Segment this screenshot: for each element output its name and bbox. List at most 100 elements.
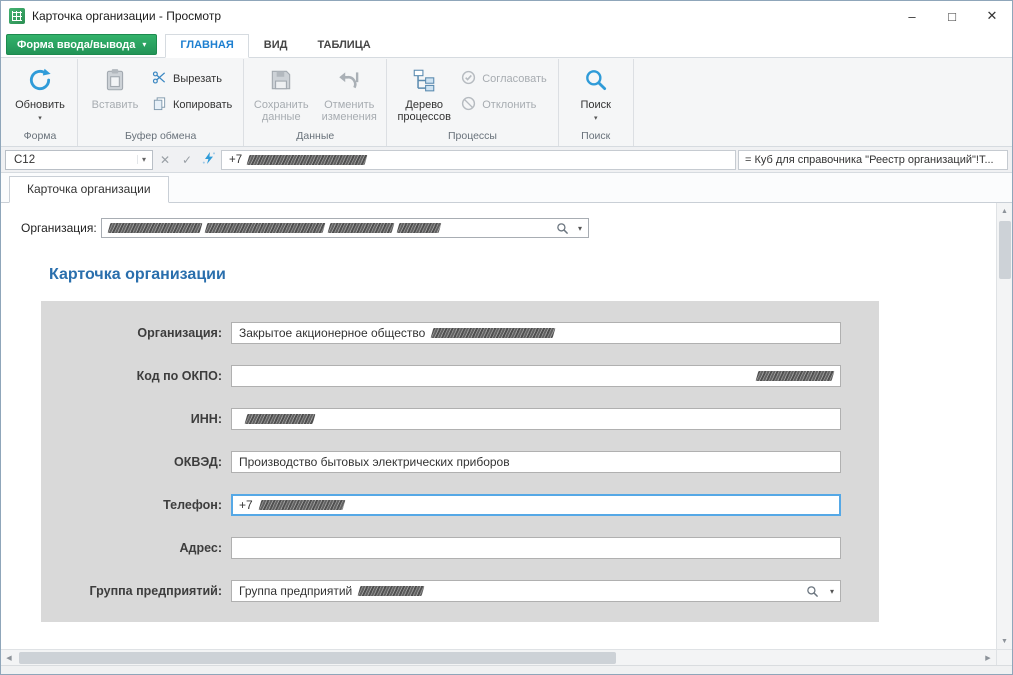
form-row-organization: Организация: Закрытое акционерное общест…: [41, 322, 879, 344]
field-label: Организация:: [41, 326, 231, 340]
function-icon: [202, 151, 216, 168]
refresh-icon: [27, 67, 53, 99]
scrollbar-corner: [996, 650, 1012, 666]
function-wizard-button[interactable]: [199, 150, 219, 170]
sheet-tab-org-card[interactable]: Карточка организации: [9, 176, 169, 203]
org-card-panel: Организация: Закрытое акционерное общест…: [41, 301, 879, 622]
horizontal-scroll-track[interactable]: [17, 650, 980, 665]
search-icon[interactable]: [806, 585, 819, 598]
inn-field[interactable]: [231, 408, 841, 430]
scroll-left-arrow[interactable]: ◀: [1, 650, 17, 666]
field-value: Группа предприятий: [239, 584, 352, 598]
field-value: Производство бытовых электрических прибо…: [239, 455, 510, 469]
group-label-clipboard: Буфер обмена: [81, 128, 240, 146]
search-button[interactable]: Поиск ▾: [562, 61, 630, 128]
organization-selector-combo[interactable]: ▾: [101, 218, 589, 238]
redacted-value: [258, 500, 345, 510]
close-button[interactable]: ✕: [972, 1, 1012, 31]
redacted-value: [108, 223, 203, 233]
cancel-entry-button[interactable]: ✕: [155, 150, 175, 170]
paste-button[interactable]: Вставить: [81, 61, 149, 114]
field-label: ОКВЭД:: [41, 455, 231, 469]
window-title: Карточка организации - Просмотр: [32, 9, 221, 23]
ribbon-group-clipboard: Вставить Вырезать Копировать: [78, 59, 244, 146]
confirm-entry-button[interactable]: ✓: [177, 150, 197, 170]
okved-field[interactable]: Производство бытовых электрических прибо…: [231, 451, 841, 473]
horizontal-scroll-thumb[interactable]: [19, 652, 616, 664]
field-label: Код по ОКПО:: [41, 369, 231, 383]
search-icon[interactable]: [556, 222, 569, 235]
slash-circle-icon: [461, 96, 476, 114]
minimize-button[interactable]: –: [892, 1, 932, 31]
ribbon-tabstrip: Форма ввода/вывода ▾ ГЛАВНАЯ ВИД ТАБЛИЦА: [1, 31, 1012, 57]
group-label-forma: Форма: [6, 128, 74, 146]
chevron-down-icon: ▾: [142, 40, 146, 49]
status-bar: [1, 665, 1012, 674]
ribbon: Обновить ▾ Форма Вставить: [1, 57, 1012, 147]
tree-icon: [411, 67, 437, 99]
refresh-button[interactable]: Обновить ▾: [6, 61, 74, 128]
phone-field[interactable]: +7: [231, 494, 841, 516]
group-label-data: Данные: [247, 128, 383, 146]
form-io-menu-button[interactable]: Форма ввода/вывода ▾: [6, 34, 157, 55]
group-label-processes: Процессы: [390, 128, 554, 146]
chevron-down-icon: ▾: [594, 113, 598, 125]
save-data-button[interactable]: Сохранить данные: [247, 61, 315, 126]
reject-button[interactable]: Отклонить: [458, 95, 554, 115]
save-icon: [268, 67, 294, 99]
ribbon-group-data: Сохранить данные Отменить изменения Данн…: [244, 59, 387, 146]
form-row-phone: Телефон: +7: [41, 494, 879, 516]
copy-button[interactable]: Копировать: [149, 95, 240, 115]
field-value: +7: [239, 498, 253, 512]
maximize-button[interactable]: □: [932, 1, 972, 31]
cell-reference-box[interactable]: C12 ▾: [5, 150, 153, 170]
redacted-value: [397, 223, 442, 233]
field-value: Закрытое акционерное общество: [239, 326, 425, 340]
process-tree-button[interactable]: Дерево процессов: [390, 61, 458, 126]
field-label: Адрес:: [41, 541, 231, 555]
organization-field[interactable]: Закрытое акционерное общество: [231, 322, 841, 344]
scroll-down-arrow[interactable]: ▼: [997, 633, 1013, 649]
form-row-okpo: Код по ОКПО:: [41, 365, 879, 387]
okpo-field[interactable]: [231, 365, 841, 387]
chevron-down-icon: ▾: [137, 155, 150, 164]
formula-input-value: +7: [229, 154, 242, 166]
scroll-right-arrow[interactable]: ▶: [980, 650, 996, 666]
tab-vid[interactable]: ВИД: [249, 34, 303, 57]
formula-input[interactable]: +7: [221, 150, 736, 170]
app-icon: [9, 8, 25, 24]
tab-tablica[interactable]: ТАБЛИЦА: [302, 34, 385, 57]
scroll-up-arrow[interactable]: ▲: [997, 203, 1013, 219]
vertical-scroll-track[interactable]: [997, 219, 1012, 633]
ribbon-group-processes: Дерево процессов Согласовать Отклонить: [387, 59, 558, 146]
redacted-value: [328, 223, 395, 233]
horizontal-scrollbar[interactable]: ◀ ▶: [1, 649, 1012, 665]
approve-button[interactable]: Согласовать: [458, 69, 554, 89]
copy-icon: [152, 96, 167, 114]
field-label: Группа предприятий:: [41, 584, 231, 598]
redacted-value: [358, 586, 425, 596]
organization-selector-label: Организация:: [21, 221, 101, 235]
form-content: Организация: ▾ Карточка организации Орга: [1, 203, 996, 649]
field-label: ИНН:: [41, 412, 231, 426]
redacted-value: [756, 371, 835, 381]
check-circle-icon: [461, 70, 476, 88]
address-field[interactable]: [231, 537, 841, 559]
formula-reference: = Куб для справочника "Реестр организаци…: [738, 150, 1008, 170]
vertical-scroll-thumb[interactable]: [999, 221, 1011, 279]
paste-icon: [102, 67, 128, 99]
vertical-scrollbar[interactable]: ▲ ▼: [996, 203, 1012, 649]
form-row-okved: ОКВЭД: Производство бытовых электрически…: [41, 451, 879, 473]
enterprise-group-field[interactable]: Группа предприятий ▾: [231, 580, 841, 602]
tab-glavnaya[interactable]: ГЛАВНАЯ: [165, 34, 248, 58]
window-controls: – □ ✕: [892, 1, 1012, 31]
cut-button[interactable]: Вырезать: [149, 69, 240, 89]
group-label-search: Поиск: [562, 128, 630, 146]
cell-reference: C12: [14, 154, 35, 166]
formula-bar: C12 ▾ ✕ ✓ +7 = Куб для справочника "Реес…: [1, 147, 1012, 173]
chevron-down-icon[interactable]: ▾: [574, 224, 586, 233]
undo-changes-button[interactable]: Отменить изменения: [315, 61, 383, 126]
form-row-address: Адрес:: [41, 537, 879, 559]
title-bar: Карточка организации - Просмотр – □ ✕: [1, 1, 1012, 31]
chevron-down-icon[interactable]: ▾: [826, 587, 838, 596]
